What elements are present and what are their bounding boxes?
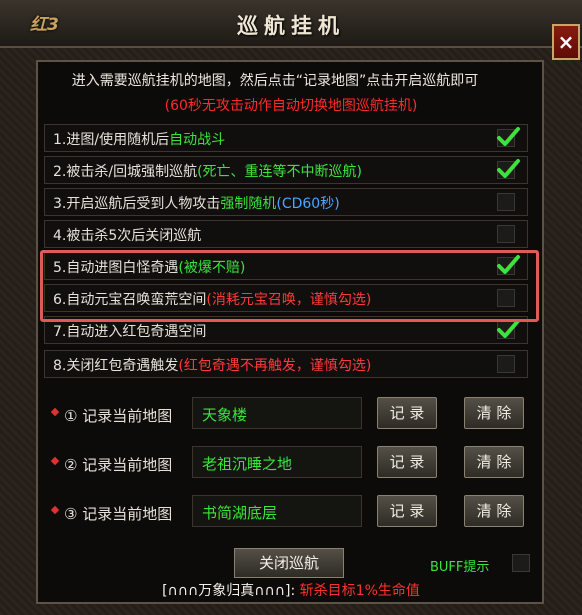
close-button[interactable]: × bbox=[552, 24, 580, 60]
option-checkbox[interactable] bbox=[497, 355, 515, 373]
recorded-map-field: 书简湖底层 bbox=[192, 495, 362, 527]
intro-text: 进入需要巡航挂机的地图，然后点击“记录地图”点击开启巡航即可 bbox=[71, 73, 479, 89]
close-icon: × bbox=[557, 30, 575, 54]
highlight-box bbox=[40, 250, 539, 322]
diamond-icon bbox=[50, 407, 60, 417]
option-row-4[interactable]: 4.被击杀5次后关闭巡航 bbox=[44, 220, 528, 248]
option-extra-text: (CD60秒) bbox=[276, 196, 340, 212]
option-checkbox[interactable] bbox=[497, 319, 520, 339]
option-sub-text: 自动战斗 bbox=[169, 132, 226, 148]
title-bar: 红3 巡航挂机 bbox=[0, 0, 582, 48]
record-label: ① 记录当前地图 bbox=[64, 407, 173, 425]
recorded-map-field: 老祖沉睡之地 bbox=[192, 446, 362, 478]
intro-note: (60秒无攻击动作自动切换地图巡航挂机) bbox=[164, 98, 418, 114]
option-main-text: 7.自动进入红包奇遇空间 bbox=[53, 324, 207, 340]
record-map-button[interactable]: 记 录 bbox=[377, 495, 437, 527]
record-label: ③ 记录当前地图 bbox=[64, 505, 173, 523]
option-sub-text: (红包奇遇不再触发，谨慎勾选) bbox=[178, 358, 372, 374]
option-sub-text: (死亡、重连等不中断巡航) bbox=[197, 164, 363, 180]
record-map-button[interactable]: 记 录 bbox=[377, 397, 437, 429]
option-label: 7.自动进入红包奇遇空间 bbox=[53, 321, 206, 341]
check-icon bbox=[497, 159, 520, 178]
cruise-window: 红3 巡航挂机 × 进入需要巡航挂机的地图，然后点击“记录地图”点击开启巡航即可… bbox=[0, 0, 582, 615]
option-main-text: 8.关闭红包奇遇触发 bbox=[53, 358, 179, 374]
clear-map-button[interactable]: 清 除 bbox=[464, 397, 524, 429]
option-main-text: 3.开启巡航后受到人物攻击 bbox=[53, 196, 221, 212]
record-row-1: ① 记录当前地图 天象楼记 录清 除 bbox=[44, 393, 528, 437]
option-main-text: 2.被击杀/回城强制巡航 bbox=[53, 164, 198, 180]
check-icon bbox=[497, 127, 520, 146]
option-row-3[interactable]: 3.开启巡航后受到人物攻击强制随机(CD60秒) bbox=[44, 188, 528, 216]
footer-skill-effect: 斩杀目标1%生命值 bbox=[299, 583, 420, 599]
option-label: 8.关闭红包奇遇触发(红包奇遇不再触发，谨慎勾选) bbox=[53, 355, 371, 375]
option-checkbox[interactable] bbox=[497, 193, 515, 211]
option-sub-text: 强制随机 bbox=[220, 196, 277, 212]
option-label: 1.进图/使用随机后自动战斗 bbox=[53, 129, 225, 149]
clear-map-button[interactable]: 清 除 bbox=[464, 446, 524, 478]
footer-skill-name: [∩∩∩万象归真∩∩∩]: bbox=[162, 583, 296, 599]
close-cruise-button[interactable]: 关闭巡航 bbox=[234, 548, 344, 578]
record-row-3: ③ 记录当前地图 书简湖底层记 录清 除 bbox=[44, 491, 528, 535]
clear-map-button[interactable]: 清 除 bbox=[464, 495, 524, 527]
option-checkbox[interactable] bbox=[497, 159, 520, 179]
buff-label: BUFF提示 bbox=[430, 560, 490, 575]
option-label: 2.被击杀/回城强制巡航(死亡、重连等不中断巡航) bbox=[53, 161, 362, 181]
record-map-button[interactable]: 记 录 bbox=[377, 446, 437, 478]
diamond-icon bbox=[50, 505, 60, 515]
diamond-icon bbox=[50, 456, 60, 466]
window-title: 巡航挂机 bbox=[237, 14, 345, 38]
option-label: 3.开启巡航后受到人物攻击强制随机(CD60秒) bbox=[53, 193, 340, 213]
recorded-map-field: 天象楼 bbox=[192, 397, 362, 429]
footer-status: [∩∩∩万象归真∩∩∩]: 斩杀目标1%生命值 bbox=[0, 580, 582, 600]
record-row-2: ② 记录当前地图 老祖沉睡之地记 录清 除 bbox=[44, 442, 528, 486]
option-row-2[interactable]: 2.被击杀/回城强制巡航(死亡、重连等不中断巡航) bbox=[44, 156, 528, 184]
buff-checkbox[interactable] bbox=[512, 554, 530, 572]
option-main-text: 1.进图/使用随机后 bbox=[53, 132, 170, 148]
option-row-1[interactable]: 1.进图/使用随机后自动战斗 bbox=[44, 124, 528, 152]
option-checkbox[interactable] bbox=[497, 127, 520, 147]
option-checkbox[interactable] bbox=[497, 225, 515, 243]
option-row-8[interactable]: 8.关闭红包奇遇触发(红包奇遇不再触发，谨慎勾选) bbox=[44, 350, 528, 378]
option-label: 4.被击杀5次后关闭巡航 bbox=[53, 225, 201, 245]
record-label: ② 记录当前地图 bbox=[64, 456, 173, 474]
option-main-text: 4.被击杀5次后关闭巡航 bbox=[53, 228, 202, 244]
